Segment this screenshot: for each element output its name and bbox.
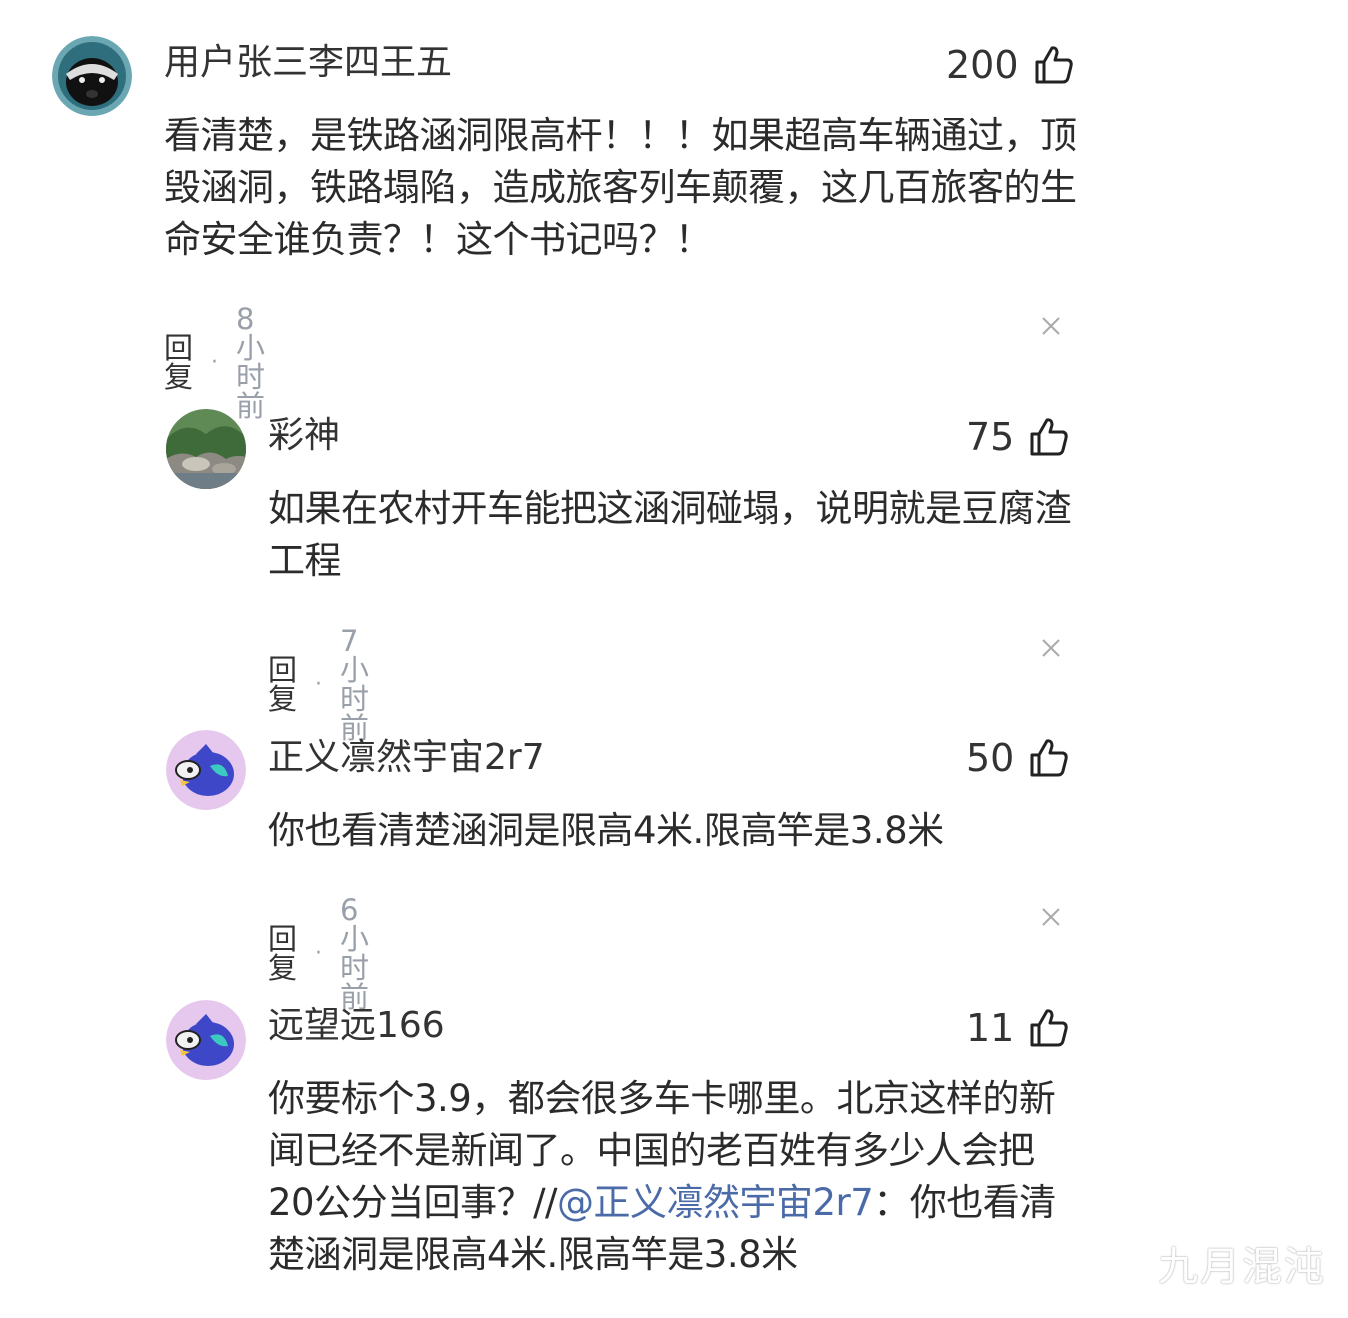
reply-button[interactable]: 回复 xyxy=(268,656,297,714)
thumbs-up-icon xyxy=(1035,46,1073,84)
close-icon[interactable] xyxy=(1040,315,1062,337)
comment-meta: 回复 · 8小时前 xyxy=(164,305,265,421)
avatar[interactable] xyxy=(166,409,246,489)
like-count: 50 xyxy=(966,736,1015,780)
reply-button[interactable]: 回复 xyxy=(164,334,193,392)
avatar[interactable] xyxy=(166,730,246,810)
username[interactable]: 正义凛然宇宙2r7 xyxy=(268,740,545,776)
comment-text: 你要标个3.9，都会很多车卡哪里。北京这样的新闻已经不是新闻了。中国的老百姓有多… xyxy=(268,1073,1078,1281)
thumbs-up-icon xyxy=(1030,418,1069,456)
separator-dot: · xyxy=(211,350,219,375)
comment-text: 你也看清楚涵洞是限高4米.限高竿是3.8米 xyxy=(268,809,944,852)
username[interactable]: 用户张三李四王五 xyxy=(164,45,452,81)
landscape-avatar-icon xyxy=(166,409,246,489)
separator-dot: · xyxy=(315,672,323,697)
like-button[interactable]: 75 xyxy=(966,416,1070,458)
like-count: 75 xyxy=(966,415,1015,459)
separator-dot: · xyxy=(315,941,323,966)
like-button[interactable]: 200 xyxy=(946,44,1075,86)
thumbs-up-icon xyxy=(1030,739,1069,777)
close-icon[interactable] xyxy=(1040,637,1062,659)
thumbs-up-icon xyxy=(1030,1009,1069,1047)
comment-meta: 回复 · 7小时前 xyxy=(268,627,369,743)
bird-avatar-icon xyxy=(166,730,246,810)
watermark: 九月混沌 xyxy=(1158,1244,1326,1290)
mention-link[interactable]: @正义凛然宇宙2r7 xyxy=(557,1181,874,1224)
like-count: 200 xyxy=(946,43,1019,87)
like-count: 11 xyxy=(966,1006,1015,1050)
avatar[interactable] xyxy=(166,1000,246,1080)
username[interactable]: 彩神 xyxy=(268,418,340,454)
like-button[interactable]: 11 xyxy=(966,1007,1070,1049)
username[interactable]: 远望远166 xyxy=(268,1008,445,1044)
timestamp: 7小时前 xyxy=(340,624,370,745)
avatar[interactable] xyxy=(52,36,132,116)
timestamp: 8小时前 xyxy=(236,302,266,423)
badger-avatar-icon xyxy=(52,36,132,116)
close-icon[interactable] xyxy=(1040,906,1062,928)
comment-text: 看清楚，是铁路涵洞限高杆！！！如果超高车辆通过，顶毁涵洞，铁路塌陷，造成旅客列车… xyxy=(164,114,1077,261)
bird-avatar-icon xyxy=(166,1000,246,1080)
reply-button[interactable]: 回复 xyxy=(268,925,297,983)
timestamp: 6小时前 xyxy=(340,893,370,1014)
comment-meta: 回复 · 6小时前 xyxy=(268,896,369,1012)
like-button[interactable]: 50 xyxy=(966,737,1070,779)
comment-text: 如果在农村开车能把这涵洞碰塌，说明就是豆腐渣工程 xyxy=(268,487,1072,582)
